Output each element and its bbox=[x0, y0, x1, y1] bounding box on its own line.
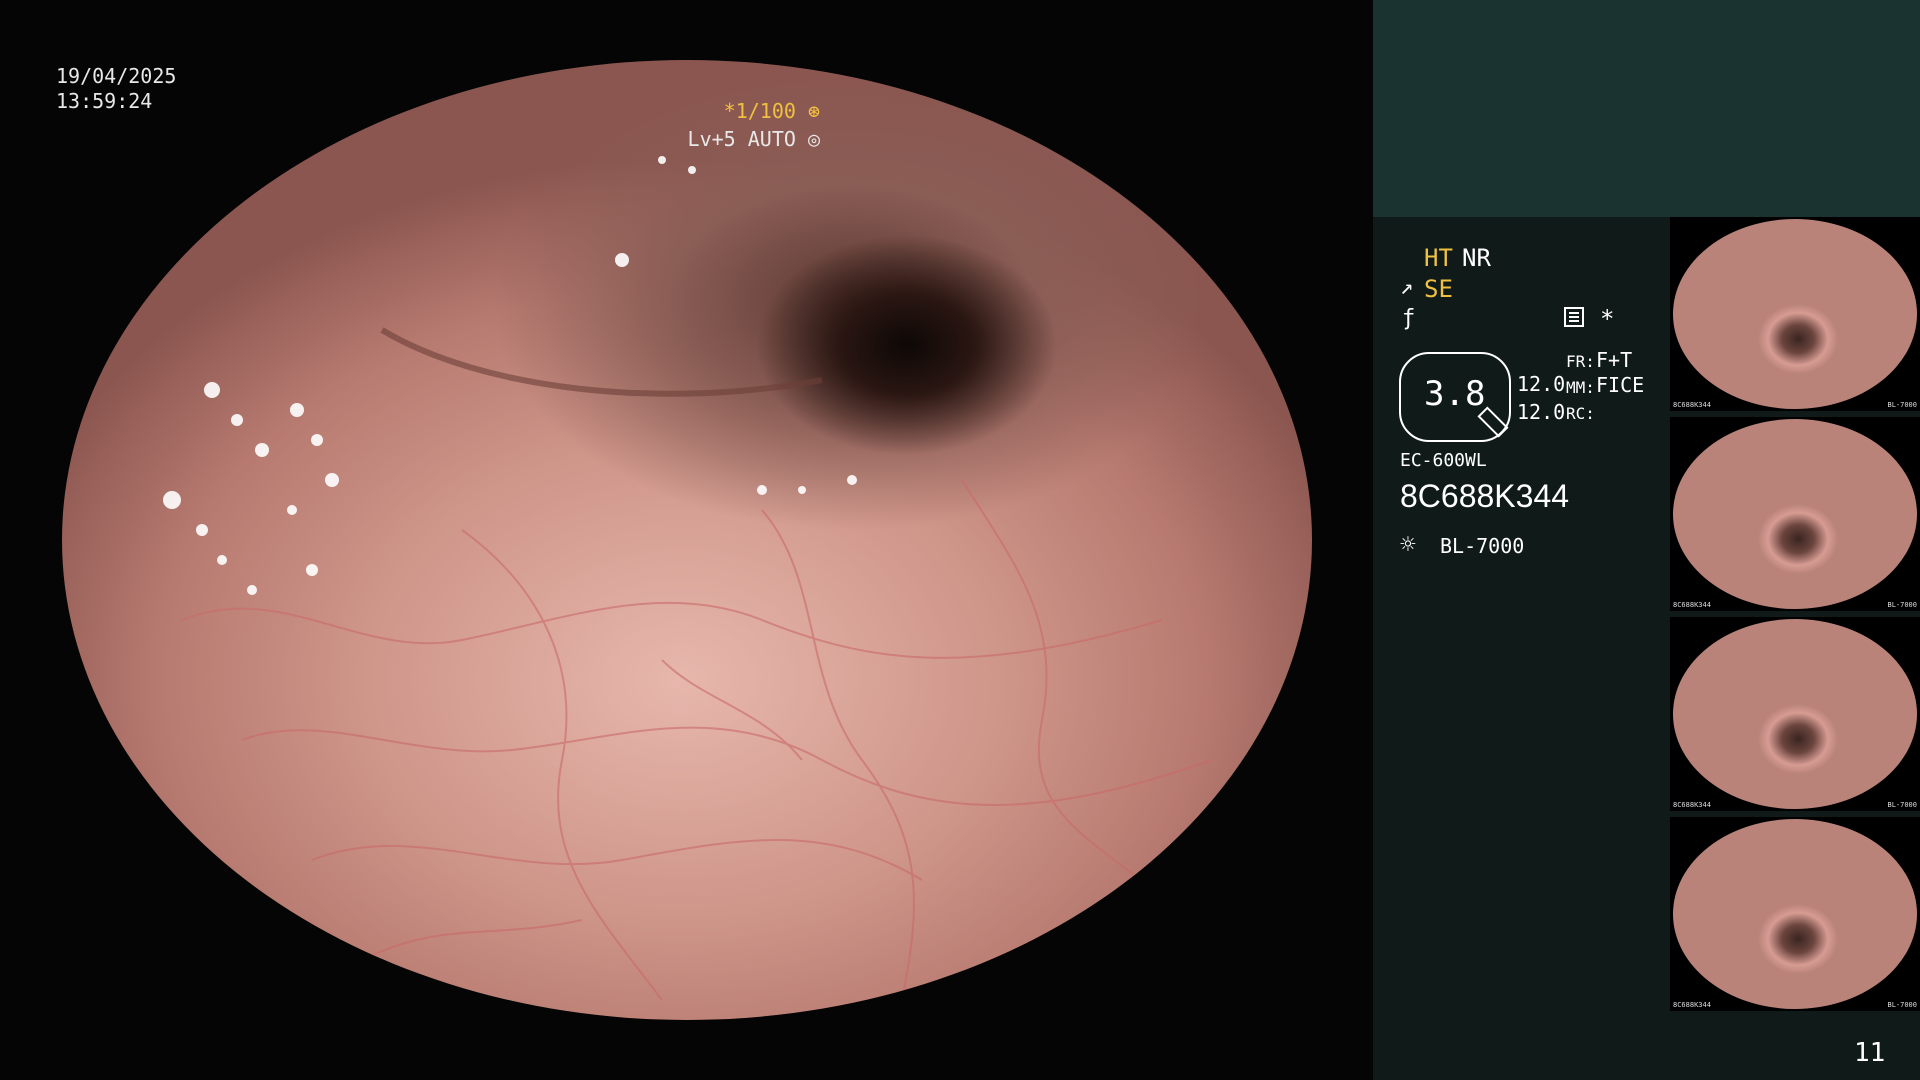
endoscopy-image bbox=[62, 60, 1312, 1020]
menu-icon bbox=[1564, 307, 1584, 327]
value-b: 12.0 bbox=[1517, 400, 1566, 424]
thumbnail-light: BL-7000 bbox=[1887, 401, 1917, 409]
main-endoscopy-view: 19/04/2025 13:59:24 *1/100 ⊛ Lv+5 AUTO ◎ bbox=[0, 0, 1373, 1080]
bottom-black-bar bbox=[0, 1020, 1373, 1080]
thumbnail-serial: 8C688K344 bbox=[1673, 1001, 1711, 1009]
thumbnail[interactable]: 8C688K344 BL-7000 bbox=[1670, 617, 1920, 811]
value-a: 12.0 bbox=[1517, 372, 1566, 396]
thumbnail-light: BL-7000 bbox=[1887, 1001, 1917, 1009]
timestamp: 19/04/2025 13:59:24 bbox=[56, 64, 176, 114]
thumbnail-serial: 8C688K344 bbox=[1673, 801, 1711, 809]
thumbnail[interactable]: 8C688K344 BL-7000 bbox=[1670, 217, 1920, 411]
thumbnail[interactable]: 8C688K344 BL-7000 bbox=[1670, 417, 1920, 611]
info-panel-header bbox=[1373, 0, 1920, 217]
exposure-text: *1/100 bbox=[723, 99, 796, 123]
shutter-icon: ⊛ bbox=[807, 99, 820, 123]
mucosa-vessel-pattern bbox=[163, 156, 1213, 1001]
light-icon: ☼ bbox=[1400, 530, 1416, 560]
light-source: BL-7000 bbox=[1440, 534, 1525, 558]
mm-label: MM: bbox=[1566, 378, 1595, 397]
thumbnail-image bbox=[1673, 619, 1917, 809]
scope-serial: 8C688K344 bbox=[1400, 478, 1570, 514]
fr-value: F+T bbox=[1596, 348, 1633, 372]
thumbnail[interactable]: 8C688K344 BL-7000 bbox=[1670, 817, 1920, 1011]
page-number: 11 bbox=[1854, 1038, 1886, 1068]
thumbnail-image bbox=[1673, 219, 1917, 409]
rc-label: RC: bbox=[1566, 404, 1595, 423]
dial-value: 3.8 bbox=[1424, 374, 1486, 414]
thumbnail-serial: 8C688K344 bbox=[1673, 601, 1711, 609]
date-text: 19/04/2025 bbox=[56, 64, 177, 88]
asterisk-icon: * bbox=[1600, 305, 1615, 333]
time-text: 13:59:24 bbox=[56, 89, 153, 113]
mm-value: FICE bbox=[1596, 373, 1645, 397]
thumbnail-serial: 8C688K344 bbox=[1673, 401, 1711, 409]
nr-indicator: NR bbox=[1462, 244, 1491, 272]
exposure-indicator: *1/100 ⊛ bbox=[724, 99, 820, 123]
thumbnail-image bbox=[1673, 819, 1917, 1009]
ht-indicator: HT bbox=[1424, 244, 1453, 272]
scope-model: EC-600WL bbox=[1400, 450, 1487, 471]
thumbnail-image bbox=[1673, 419, 1917, 609]
scope-angle-icon: ↗ bbox=[1400, 275, 1414, 300]
fr-label: FR: bbox=[1566, 352, 1595, 371]
top-black-bar bbox=[0, 0, 1373, 60]
thumbnail-light: BL-7000 bbox=[1887, 801, 1917, 809]
thumbnail-light: BL-7000 bbox=[1887, 601, 1917, 609]
level-text: Lv+5 AUTO bbox=[687, 127, 796, 151]
brightness-level: Lv+5 AUTO ◎ bbox=[688, 127, 820, 151]
iris-icon: ◎ bbox=[807, 127, 820, 151]
se-indicator: SE bbox=[1424, 275, 1453, 303]
thumbnail-strip: 8C688K344 BL-7000 8C688K344 BL-7000 8C68… bbox=[1670, 217, 1920, 1017]
enhance-icon: ƒ bbox=[1402, 306, 1416, 331]
